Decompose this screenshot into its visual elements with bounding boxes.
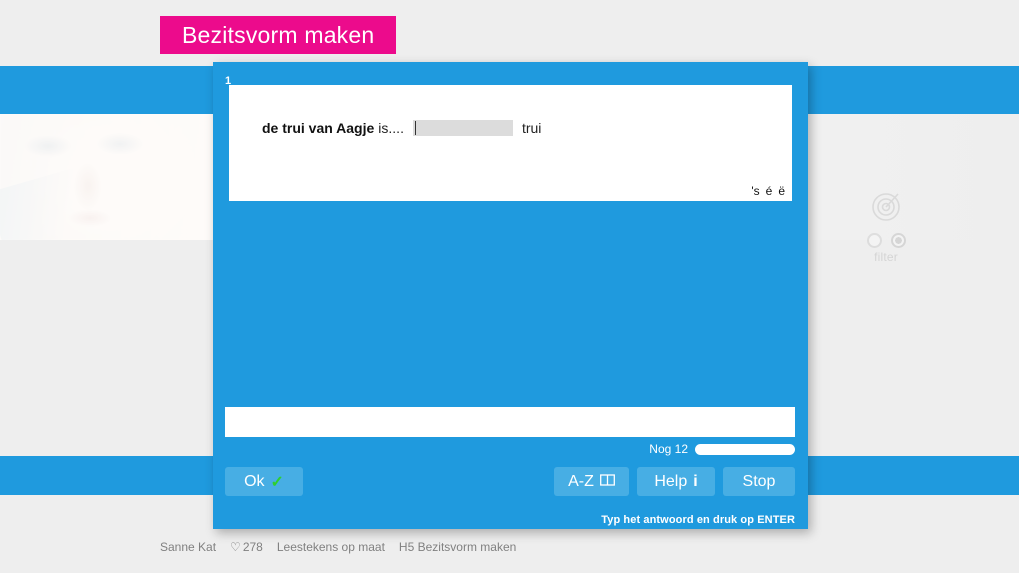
- question-gap-field[interactable]: [412, 120, 513, 136]
- filter-options[interactable]: [858, 233, 914, 248]
- page-title-banner: Bezitsvorm maken: [160, 16, 397, 54]
- question-tail-text: trui: [521, 120, 542, 136]
- exercise-dialog: 1 de trui van Aagje is.... trui Nog 12 O…: [213, 62, 808, 529]
- special-character-bar[interactable]: 's é ë: [229, 181, 792, 201]
- footer-collection[interactable]: Leestekens op maat: [277, 540, 385, 554]
- ok-button-label: Ok: [244, 472, 265, 490]
- info-icon: i: [693, 472, 698, 490]
- hero-photo-veil: [0, 114, 216, 240]
- question-middle-text: is....: [378, 120, 404, 136]
- special-char-1[interactable]: é: [763, 185, 776, 197]
- filter-label: filter: [874, 250, 898, 264]
- progress-label: Nog 12: [649, 442, 688, 456]
- book-icon: [599, 473, 615, 491]
- filter-option-1[interactable]: [866, 233, 882, 248]
- help-button[interactable]: Help i: [637, 467, 715, 496]
- progress-track: [695, 443, 795, 455]
- question-lead-text: de trui van Aagje: [262, 120, 375, 136]
- special-char-2[interactable]: ë: [775, 185, 788, 197]
- question-sentence: de trui van Aagje is.... trui: [262, 120, 541, 136]
- footer-likes: ♡ 278: [230, 540, 263, 554]
- question-card: de trui van Aagje is.... trui: [229, 85, 792, 181]
- check-icon: ✓: [270, 473, 284, 491]
- ok-button[interactable]: Ok ✓: [225, 467, 303, 496]
- answer-input[interactable]: [225, 407, 795, 437]
- footer-likes-count: 278: [242, 540, 263, 554]
- filter-widget[interactable]: filter: [858, 190, 914, 264]
- heart-icon: ♡: [230, 540, 241, 554]
- hero-photo: [0, 114, 216, 240]
- text-caret: [414, 121, 416, 135]
- az-button-label: A-Z: [568, 472, 594, 490]
- footer-author[interactable]: Sanne Kat: [160, 540, 216, 554]
- progress-row: Nog 12: [225, 442, 795, 456]
- az-button[interactable]: A-Z: [554, 467, 629, 496]
- footer-meta: Sanne Kat ♡ 278 Leestekens op maat H5 Be…: [160, 540, 516, 554]
- footer-chapter[interactable]: H5 Bezitsvorm maken: [399, 540, 516, 554]
- help-button-label: Help: [654, 472, 688, 490]
- filter-option-2[interactable]: [890, 233, 906, 248]
- target-icon: [858, 190, 914, 229]
- hint-text: Typ het antwoord en druk op ENTER: [601, 514, 795, 526]
- stop-button[interactable]: Stop: [723, 467, 795, 496]
- special-char-0[interactable]: 's: [748, 185, 762, 197]
